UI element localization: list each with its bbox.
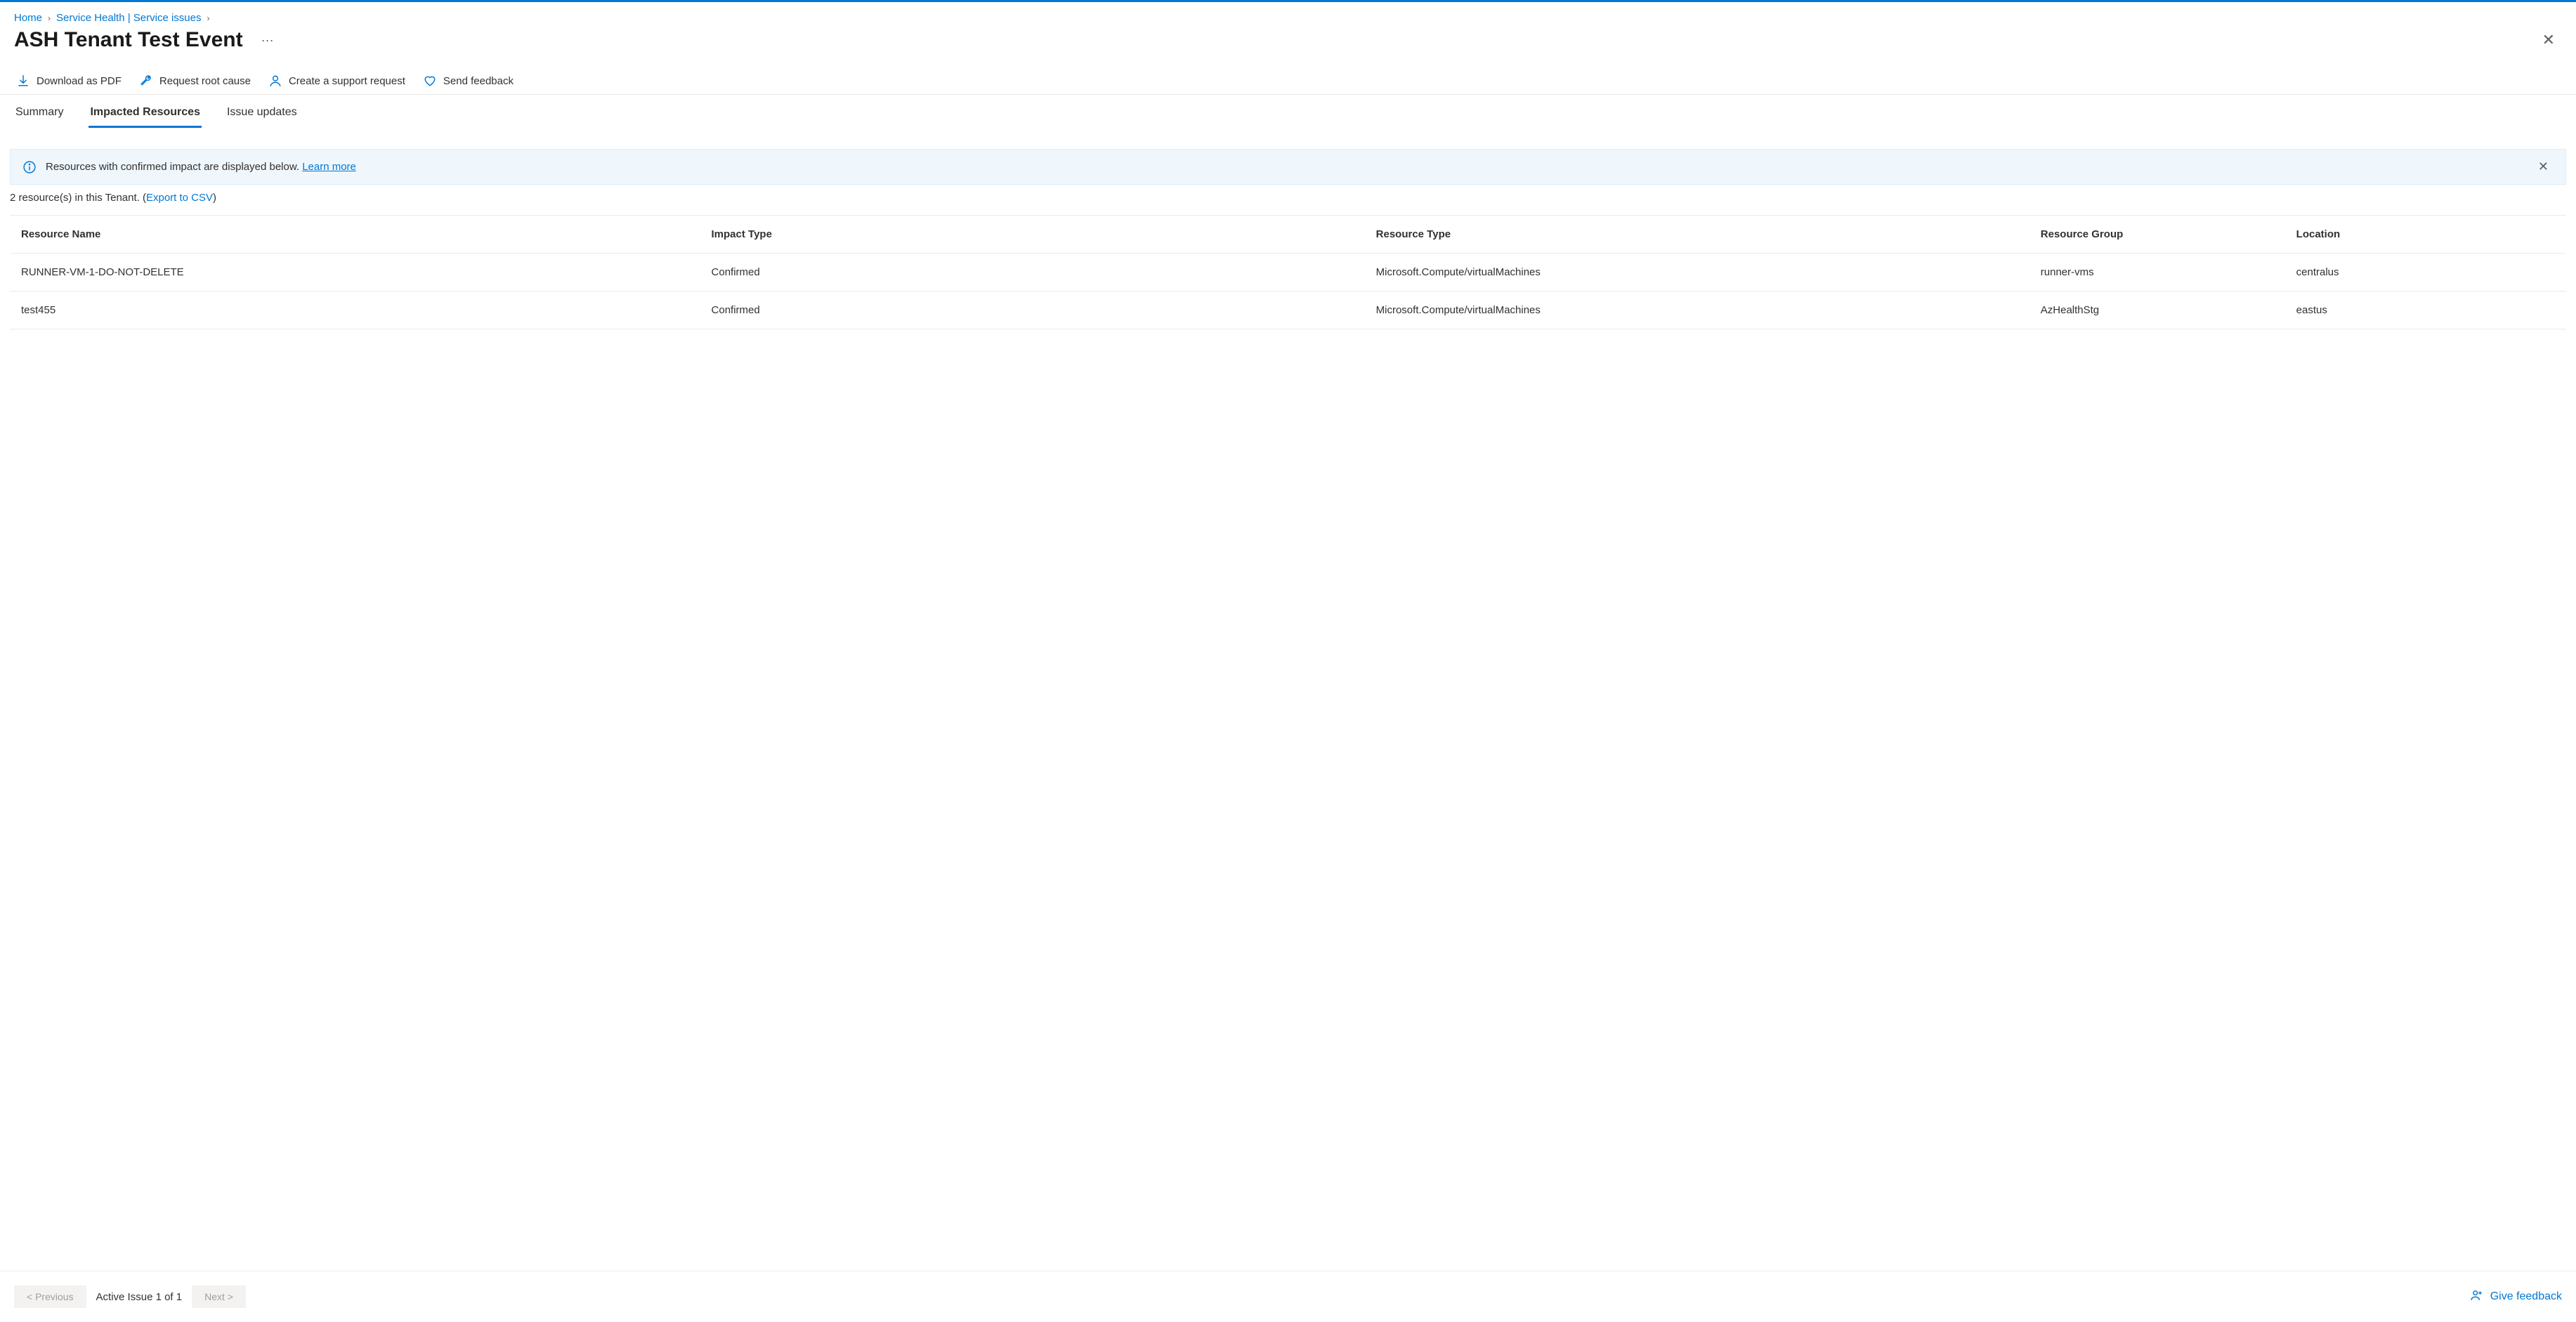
give-feedback-label: Give feedback [2490,1290,2562,1303]
create-support-request-label: Create a support request [289,75,405,87]
next-button[interactable]: Next > [192,1285,246,1308]
download-icon [17,74,30,87]
table-row[interactable]: test455ConfirmedMicrosoft.Compute/virtua… [10,292,2566,329]
col-impact-type[interactable]: Impact Type [700,216,1365,254]
close-button[interactable]: ✕ [2535,30,2562,51]
cell-impact: Confirmed [700,254,1365,292]
cell-rtype: Microsoft.Compute/virtualMachines [1365,254,2029,292]
download-pdf-label: Download as PDF [37,75,122,87]
tab-summary[interactable]: Summary [14,103,65,128]
pager-status: Active Issue 1 of 1 [96,1291,183,1303]
cell-group: AzHealthStg [2029,292,2285,329]
learn-more-link[interactable]: Learn more [302,161,356,173]
tab-issue-updates[interactable]: Issue updates [225,103,299,128]
breadcrumb-home[interactable]: Home [14,12,42,24]
feedback-person-icon [2471,1289,2483,1305]
wrench-icon [140,74,152,87]
col-resource-group[interactable]: Resource Group [2029,216,2285,254]
breadcrumb: Home › Service Health | Service issues › [0,2,2576,24]
send-feedback-button[interactable]: Send feedback [424,74,514,87]
export-csv-link[interactable]: Export to CSV [146,192,213,204]
cell-group: runner-vms [2029,254,2285,292]
resource-count-prefix: 2 resource(s) in this Tenant. ( [10,192,146,204]
cell-impact: Confirmed [700,292,1365,329]
cell-location: centralus [2285,254,2566,292]
info-banner: Resources with confirmed impact are disp… [10,149,2566,185]
cell-name: test455 [10,292,700,329]
col-location[interactable]: Location [2285,216,2566,254]
request-root-cause-label: Request root cause [159,75,251,87]
resource-count-suffix: ) [213,192,216,204]
create-support-request-button[interactable]: Create a support request [269,74,405,87]
person-icon [269,74,282,87]
chevron-right-icon: › [207,13,210,23]
info-banner-text: Resources with confirmed impact are disp… [46,161,299,173]
col-resource-name[interactable]: Resource Name [10,216,700,254]
give-feedback-button[interactable]: Give feedback [2471,1289,2562,1305]
chevron-right-icon: › [48,13,51,23]
page-header: ASH Tenant Test Event ··· ✕ [0,24,2576,59]
tab-bar: Summary Impacted Resources Issue updates [0,95,2576,128]
more-actions-button[interactable]: ··· [256,30,280,51]
banner-close-button[interactable]: ✕ [2534,159,2553,174]
pager: < Previous Active Issue 1 of 1 Next > [14,1285,246,1308]
cell-name: RUNNER-VM-1-DO-NOT-DELETE [10,254,700,292]
resource-count-line: 2 resource(s) in this Tenant. (Export to… [10,185,2566,215]
tab-impacted-resources[interactable]: Impacted Resources [89,103,202,128]
content-area: Resources with confirmed impact are disp… [0,128,2576,1271]
col-resource-type[interactable]: Resource Type [1365,216,2029,254]
info-icon [23,161,36,174]
cell-location: eastus [2285,292,2566,329]
cell-rtype: Microsoft.Compute/virtualMachines [1365,292,2029,329]
resources-table: Resource Name Impact Type Resource Type … [10,215,2566,329]
previous-button[interactable]: < Previous [14,1285,86,1308]
footer: < Previous Active Issue 1 of 1 Next > Gi… [0,1271,2576,1322]
send-feedback-label: Send feedback [443,75,514,87]
page-title: ASH Tenant Test Event [14,28,243,52]
download-pdf-button[interactable]: Download as PDF [17,74,122,87]
command-bar: Download as PDF Request root cause Creat… [0,59,2576,95]
request-root-cause-button[interactable]: Request root cause [140,74,251,87]
heart-icon [424,74,436,87]
breadcrumb-service-health[interactable]: Service Health | Service issues [56,12,201,24]
table-row[interactable]: RUNNER-VM-1-DO-NOT-DELETEConfirmedMicros… [10,254,2566,292]
